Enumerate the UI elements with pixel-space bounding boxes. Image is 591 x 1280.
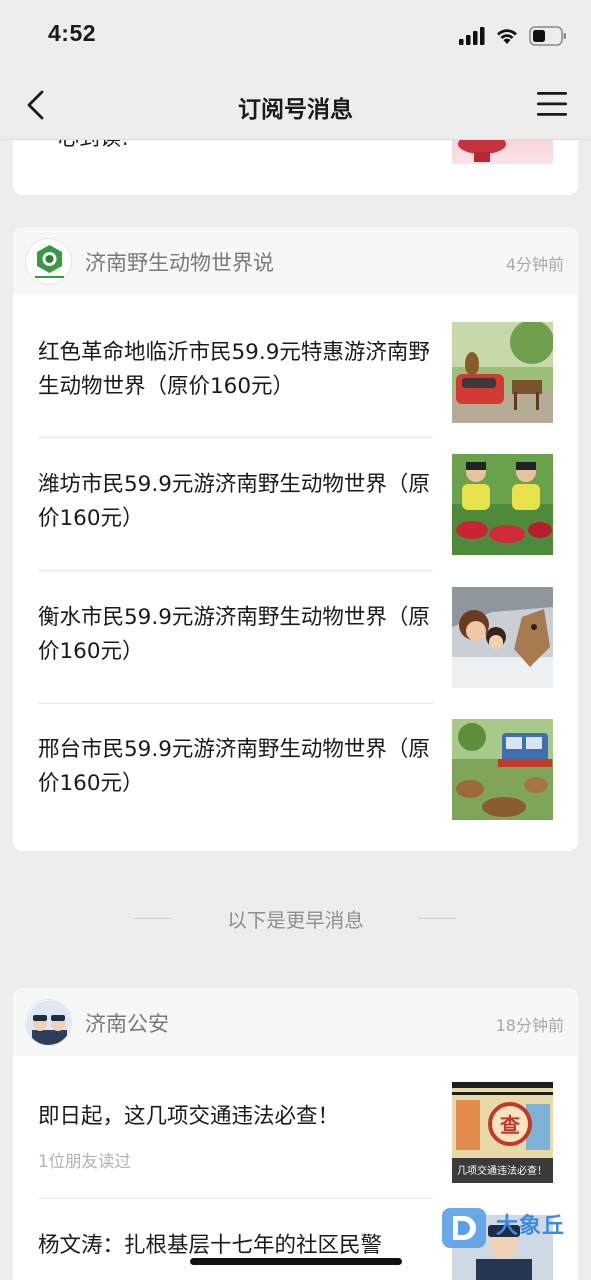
status-icons	[459, 26, 567, 46]
battery-icon	[529, 26, 566, 46]
article-thumbnail[interactable]	[452, 322, 553, 423]
item-divider	[38, 570, 433, 571]
article-thumbnail[interactable]	[452, 719, 553, 820]
article-thumbnail[interactable]	[452, 454, 553, 555]
account-card-jinan-wildlife: 济南野生动物世界说 4分钟前 红色革命地临沂市民59.9元特惠游济南野生动物世界…	[13, 227, 578, 851]
page-title: 订阅号消息	[238, 97, 353, 123]
article-item[interactable]: 衡水市民59.9元游济南野生动物世界（原价160元）	[38, 587, 553, 688]
separator-line-right	[418, 918, 456, 919]
status-time: 4:52	[48, 20, 97, 46]
status-bar: 4:52	[0, 0, 591, 70]
account-avatar[interactable]	[25, 999, 72, 1046]
watermark-text: 大象丘	[496, 1214, 566, 1239]
menu-icon[interactable]	[537, 91, 567, 117]
article-item[interactable]: 潍坊市民59.9元游济南野生动物世界（原价160元）	[38, 454, 553, 555]
message-time: 4分钟前	[505, 255, 564, 274]
account-name[interactable]: 济南公安	[85, 1008, 169, 1038]
account-avatar[interactable]	[25, 238, 72, 285]
article-item[interactable]: 即日起，这几项交通违法必查！ 1位朋友读过 查 几项交通违法必查！	[38, 1082, 553, 1183]
nav-bar: 订阅号消息	[0, 70, 591, 140]
article-title[interactable]: 潍坊市民59.9元游济南野生动物世界（原价160元）	[38, 468, 430, 536]
signal-icon	[459, 27, 485, 45]
account-name[interactable]: 济南野生动物世界说	[85, 247, 274, 277]
separator-text: 以下是更早消息	[227, 909, 364, 932]
item-divider	[38, 703, 433, 704]
article-title[interactable]: 邢台市民59.9元游济南野生动物世界（原价160元）	[38, 733, 430, 801]
article-title[interactable]: 红色革命地临沂市民59.9元特惠游济南野生动物世界（原价160元）	[38, 336, 430, 404]
account-header[interactable]: 济南公安 18分钟前	[13, 988, 578, 1056]
watermark-logo-icon	[442, 1208, 486, 1248]
article-thumbnail[interactable]: 查 几项交通违法必查！	[452, 1082, 553, 1183]
thumb-stamp-text: 查	[500, 1113, 520, 1137]
thumb-caption-text: 几项交通违法必查！	[457, 1164, 547, 1177]
friends-read-count: 1位朋友读过	[38, 1152, 131, 1171]
message-time: 18分钟前	[495, 1016, 564, 1035]
wifi-icon	[497, 29, 517, 44]
article-item[interactable]: 邢台市民59.9元游济南野生动物世界（原价160元）	[38, 719, 553, 820]
watermark: 大象丘	[440, 1204, 590, 1252]
item-divider	[38, 437, 433, 438]
police-avatar-icon	[26, 1000, 71, 1045]
article-item[interactable]: 红色革命地临沂市民59.9元特惠游济南野生动物世界（原价160元）	[38, 322, 553, 423]
wildlife-logo-icon	[26, 239, 71, 284]
account-header[interactable]: 济南野生动物世界说 4分钟前	[13, 227, 578, 295]
earlier-messages-separator: 以下是更早消息	[0, 904, 591, 934]
article-title[interactable]: 即日起，这几项交通违法必查！	[38, 1100, 430, 1134]
item-divider	[38, 1198, 433, 1199]
article-title[interactable]: 衡水市民59.9元游济南野生动物世界（原价160元）	[38, 601, 430, 669]
home-indicator[interactable]	[190, 1258, 402, 1265]
article-thumbnail[interactable]	[452, 587, 553, 688]
